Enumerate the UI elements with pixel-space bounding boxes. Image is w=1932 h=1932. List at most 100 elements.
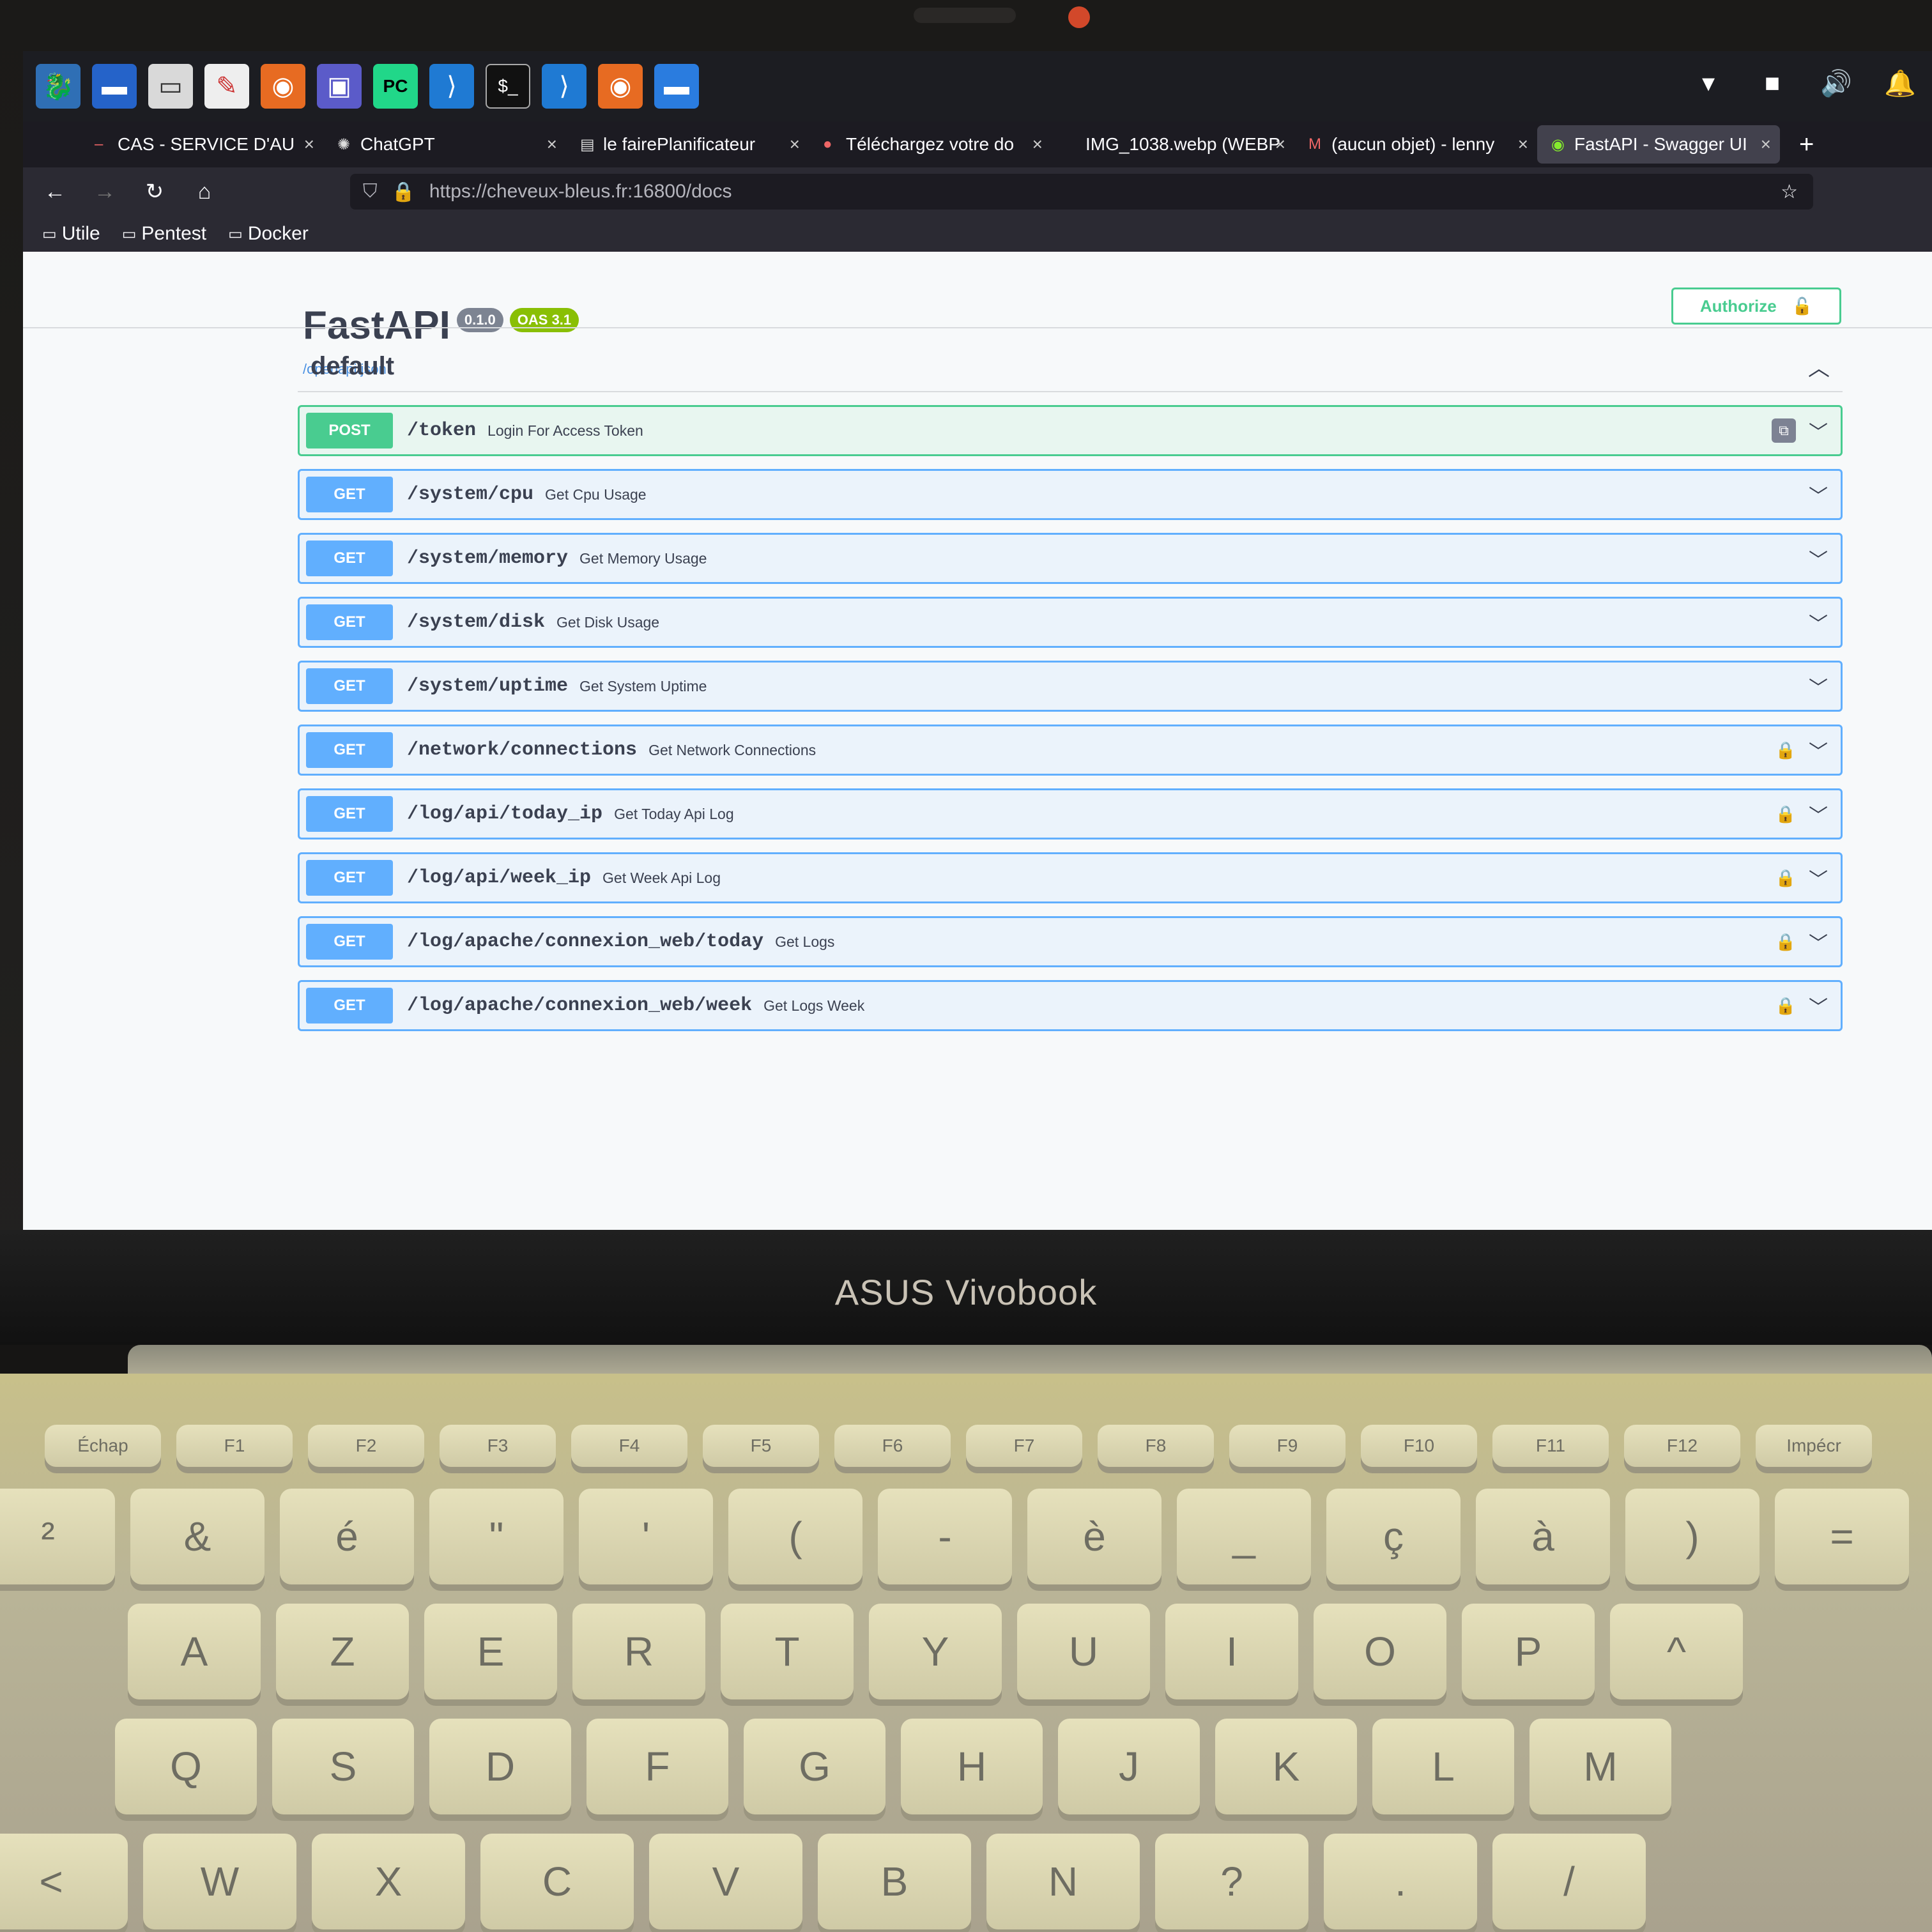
http-method-badge: GET [306, 860, 393, 896]
keyboard-key: ? [1155, 1834, 1308, 1929]
reload-icon[interactable]: ↻ [142, 179, 167, 204]
chevron-down-icon[interactable]: ﹀ [1809, 544, 1828, 572]
chevron-down-icon[interactable]: ﹀ [1809, 480, 1828, 509]
letter-row-qsdf: QSDFGHJKLM [115, 1719, 1687, 1814]
volume-icon[interactable]: 🔊 [1817, 64, 1855, 102]
address-bar[interactable]: ⛉ 🔒 https://cheveux-bleus.fr:16800/docs … [350, 174, 1813, 210]
chevron-down-icon[interactable]: ﹀ [1809, 992, 1828, 1020]
lock-icon[interactable]: 🔒 [1775, 932, 1796, 952]
bookmark-folder-utile[interactable]: ▭ Utile [42, 223, 100, 245]
openai-icon: ✺ [337, 135, 351, 153]
chevron-down-icon[interactable]: ﹀ [1809, 608, 1828, 636]
bookmark-star-icon[interactable]: ☆ [1781, 181, 1798, 203]
operation-row[interactable]: GET/system/uptime Get System Uptime ﹀ [298, 661, 1843, 712]
tab-label: le fairePlanificateur [603, 134, 756, 154]
close-icon[interactable]: × [547, 134, 557, 155]
keyboard-key: ² [0, 1489, 115, 1584]
stop-icon[interactable]: ■ [1753, 64, 1791, 102]
keyboard-key: V [649, 1834, 802, 1929]
operation-row[interactable]: GET/log/apache/connexion_web/week Get Log… [298, 980, 1843, 1031]
network-icon[interactable]: ▾ [1689, 64, 1728, 102]
vscode-window-icon[interactable]: ⟩ [542, 64, 586, 109]
operation-controls: 🔒 ﹀ [1775, 992, 1828, 1020]
close-icon[interactable]: × [790, 134, 800, 155]
folder-window-icon[interactable]: ▬ [654, 64, 699, 109]
operation-row[interactable]: GET/log/apache/connexion_web/today Get Lo… [298, 916, 1843, 967]
close-icon[interactable]: × [1032, 134, 1043, 155]
tag-header[interactable]: default ︿ [298, 341, 1843, 392]
operation-row[interactable]: GET/system/disk Get Disk Usage ﹀ [298, 597, 1843, 648]
screenshot-icon[interactable]: ▣ [317, 64, 362, 109]
operation-row[interactable]: GET/system/memory Get Memory Usage ﹀ [298, 533, 1843, 584]
lock-icon[interactable]: 🔒 [1775, 996, 1796, 1016]
bookmark-folder-docker[interactable]: ▭ Docker [228, 223, 309, 245]
tab-3[interactable]: ● Téléchargez votre do × [809, 125, 1052, 164]
chevron-down-icon[interactable]: ﹀ [1809, 672, 1828, 700]
operation-controls: 🔒 ﹀ [1775, 928, 1828, 956]
pycharm-icon[interactable]: PC [373, 64, 418, 109]
close-icon[interactable]: × [1761, 134, 1771, 155]
chevron-down-icon[interactable]: ﹀ [1809, 417, 1828, 445]
copy-icon[interactable]: ⧉ [1772, 418, 1796, 443]
lock-icon[interactable]: 🔒 [1775, 868, 1796, 888]
keyboard-key: N [986, 1834, 1140, 1929]
tab-6[interactable]: ◉ FastAPI - Swagger UI × [1537, 125, 1780, 164]
authorize-button[interactable]: Authorize 🔓 [1671, 288, 1841, 325]
lock-icon[interactable]: 🔒 [1775, 740, 1796, 760]
camera-slot [914, 8, 1016, 23]
forward-arrow-icon[interactable]: → [92, 180, 118, 204]
keyboard-key: Q [115, 1719, 257, 1814]
lock-icon[interactable]: 🔒 [1775, 804, 1796, 824]
operation-summary: Get Logs [775, 933, 835, 950]
operation-controls: 🔒 ﹀ [1775, 864, 1828, 892]
operation-row[interactable]: GET/log/api/today_ip Get Today Api Log 🔒 ﹀ [298, 788, 1843, 839]
tab-5[interactable]: M (aucun objet) - lenny × [1294, 125, 1537, 164]
keyboard-key: / [1492, 1834, 1646, 1929]
tab-4[interactable]: IMG_1038.webp (WEBP × [1052, 125, 1294, 164]
files-icon[interactable]: ▭ [148, 64, 193, 109]
keyboard-key: & [130, 1489, 264, 1584]
chevron-up-icon[interactable]: ︿ [1808, 351, 1830, 382]
operation-row[interactable]: GET/system/cpu Get Cpu Usage ﹀ [298, 469, 1843, 520]
keyboard-key: O [1314, 1604, 1446, 1699]
lock-icon[interactable]: 🔒 [392, 181, 415, 203]
keyboard-key: X [312, 1834, 465, 1929]
firefox-window-icon[interactable]: ◉ [598, 64, 643, 109]
close-icon[interactable]: × [304, 134, 314, 155]
chevron-down-icon[interactable]: ﹀ [1809, 800, 1828, 828]
close-icon[interactable]: × [1275, 134, 1285, 155]
keyboard-key: B [818, 1834, 971, 1929]
back-arrow-icon[interactable]: ← [42, 180, 68, 204]
notification-bell-icon[interactable]: 🔔 [1881, 64, 1919, 102]
keyboard-key: F [586, 1719, 728, 1814]
chevron-down-icon[interactable]: ﹀ [1809, 736, 1828, 764]
bookmark-folder-pentest[interactable]: ▭ Pentest [122, 223, 206, 245]
url-text[interactable]: https://cheveux-bleus.fr:16800/docs [429, 181, 732, 203]
http-method-badge: GET [306, 796, 393, 832]
tab-0[interactable]: – CAS - SERVICE D'AU × [80, 125, 323, 164]
http-method-badge: GET [306, 988, 393, 1023]
tab-label: Téléchargez votre do [846, 134, 1015, 154]
tab-2[interactable]: ▤ le fairePlanificateur × [566, 125, 809, 164]
operation-row[interactable]: GET/network/connections Get Network Conne… [298, 724, 1843, 776]
chevron-down-icon[interactable]: ﹀ [1809, 864, 1828, 892]
tab-1[interactable]: ✺ ChatGPT × [323, 125, 566, 164]
home-icon[interactable]: ⌂ [192, 180, 217, 204]
terminal-icon[interactable]: $_ [486, 64, 530, 109]
keyboard-key: A [128, 1604, 261, 1699]
text-editor-icon[interactable]: ✎ [204, 64, 249, 109]
shield-icon[interactable]: ⛉ [363, 181, 378, 203]
close-icon[interactable]: × [1518, 134, 1528, 155]
new-tab-button[interactable]: + [1780, 130, 1814, 159]
chevron-down-icon[interactable]: ﹀ [1809, 928, 1828, 956]
operation-path: /token [407, 420, 477, 441]
vscode-icon[interactable]: ⟩ [429, 64, 474, 109]
operation-row[interactable]: GET/log/api/week_ip Get Week Api Log 🔒 ﹀ [298, 852, 1843, 903]
operation-row[interactable]: POST/token Login For Access Token ⧉ ﹀ [298, 405, 1843, 456]
operation-summary: Get System Uptime [579, 677, 707, 694]
keyboard-key: ( [728, 1489, 862, 1584]
number-key-row: ² & é " '(- è _ ç à) = [0, 1489, 1924, 1584]
kali-menu-icon[interactable]: 🐉 [36, 64, 80, 109]
firefox-icon[interactable]: ◉ [261, 64, 305, 109]
desktop-icon[interactable]: ▬ [92, 64, 137, 109]
